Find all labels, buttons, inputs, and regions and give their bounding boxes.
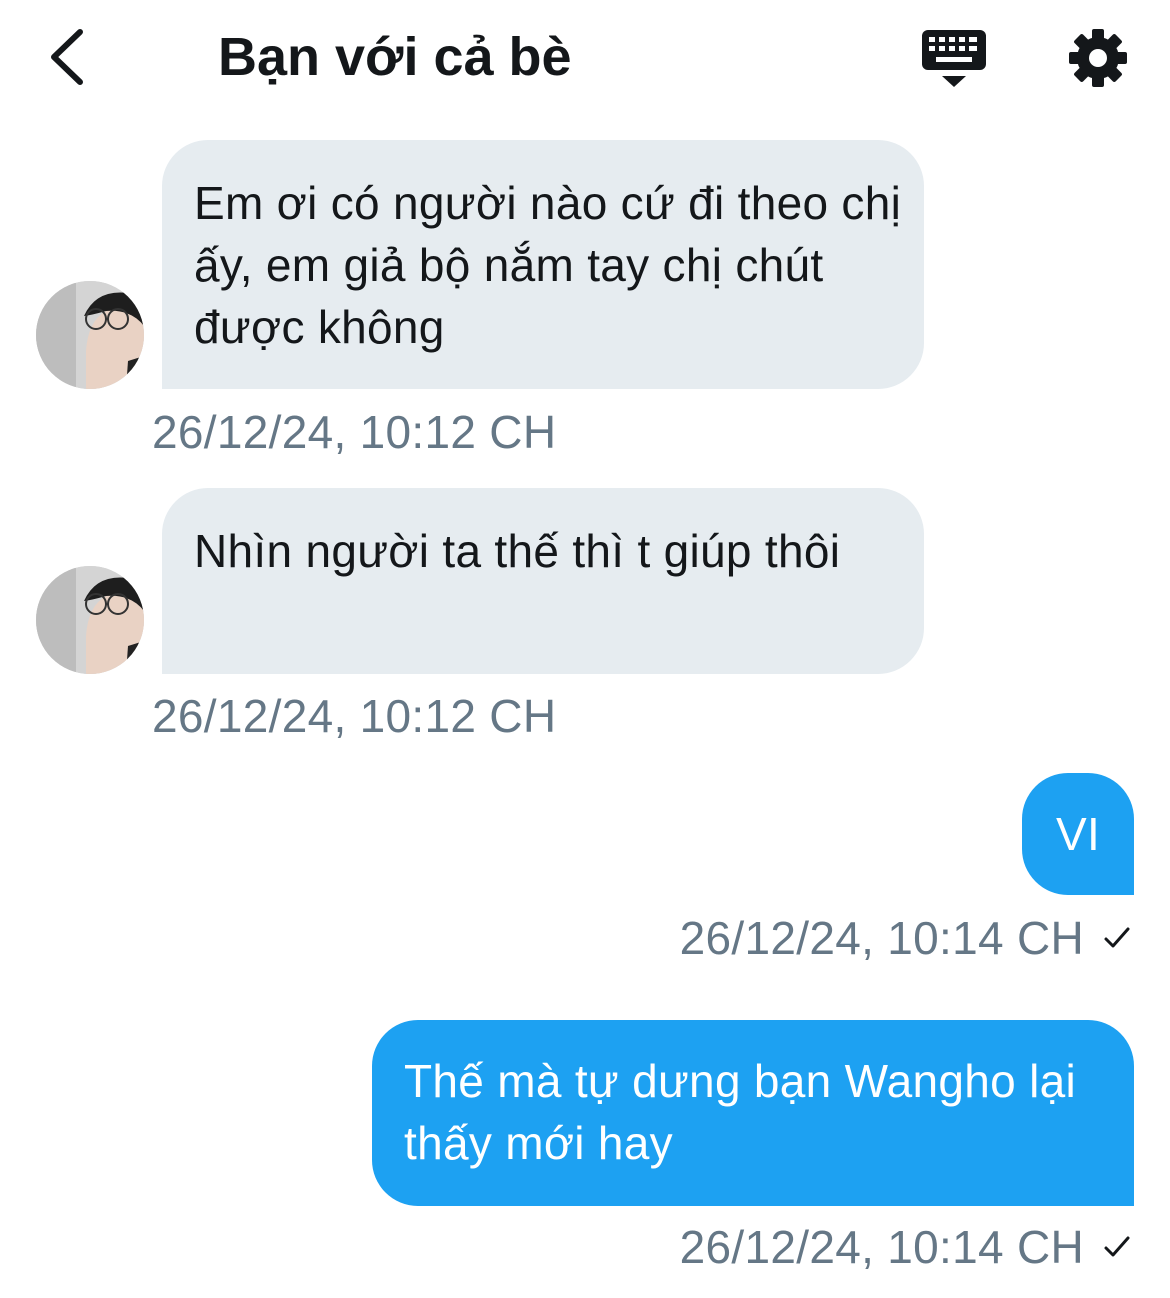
checkmark-icon — [1104, 927, 1130, 948]
checkmark-icon — [1104, 1236, 1130, 1257]
conversation-header: Bạn với cả bè — [0, 0, 1170, 118]
conversation-title: Bạn với cả bè — [218, 27, 572, 87]
settings-button[interactable] — [1066, 26, 1130, 90]
message-meta: 26/12/24, 10:14 CH — [680, 1219, 1134, 1275]
keyboard-button[interactable] — [920, 26, 988, 90]
keyboard-icon — [922, 30, 986, 87]
message-meta: 26/12/24, 10:14 CH — [680, 910, 1134, 966]
gear-icon — [1069, 29, 1127, 87]
message-timestamp: 26/12/24, 10:12 CH — [152, 690, 557, 742]
message-bubble-outgoing[interactable]: VI — [1022, 773, 1134, 895]
back-button[interactable] — [40, 22, 100, 92]
avatar-photo — [36, 566, 144, 674]
avatar[interactable] — [36, 566, 144, 674]
message-bubble-incoming[interactable]: Em ơi có người nào cứ đi theo chị ấy, em… — [162, 140, 924, 389]
avatar[interactable] — [36, 281, 144, 389]
avatar-photo — [36, 281, 144, 389]
message-bubble-outgoing[interactable]: Thế mà tự dưng bạn Wangho lại thấy mới h… — [372, 1020, 1134, 1206]
message-timestamp: 26/12/24, 10:14 CH — [679, 1221, 1084, 1273]
chevron-left-icon — [51, 29, 83, 85]
message-timestamp: 26/12/24, 10:12 CH — [152, 406, 557, 458]
message-timestamp: 26/12/24, 10:14 CH — [679, 912, 1084, 964]
message-bubble-incoming[interactable]: Nhìn người ta thế thì t giúp thôi — [162, 488, 924, 674]
